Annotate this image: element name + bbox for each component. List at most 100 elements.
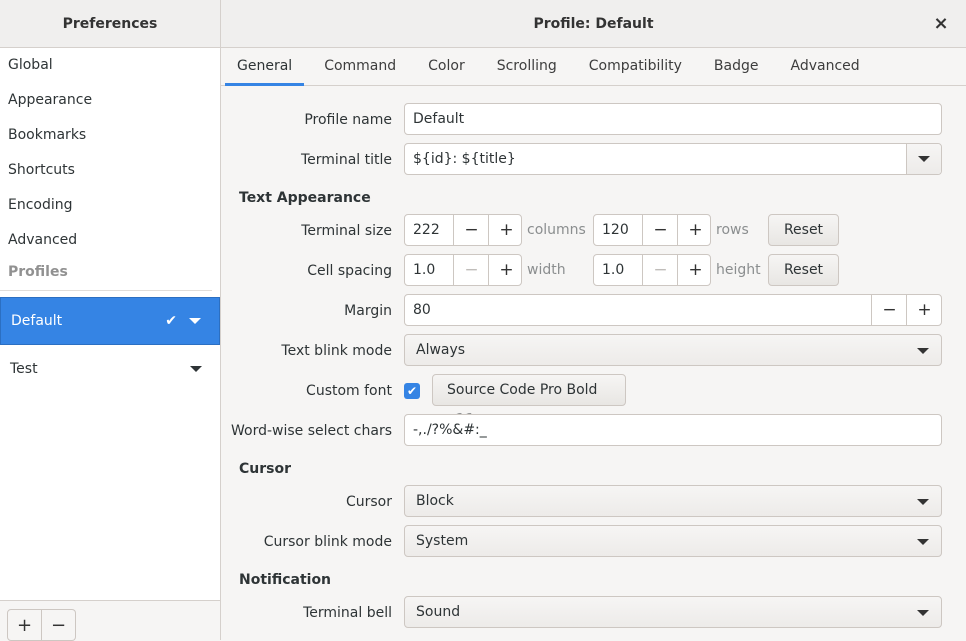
terminal-bell-value: Sound: [416, 604, 461, 620]
terminal-title-label: Terminal title: [301, 152, 392, 168]
text-blink-row: Text blink mode Always: [221, 334, 942, 368]
add-profile-button[interactable]: +: [7, 609, 42, 641]
minus-icon[interactable]: −: [453, 215, 489, 245]
notification-heading: Notification: [239, 572, 332, 588]
minus-icon[interactable]: −: [453, 255, 489, 285]
general-settings: Profile name Default Terminal title ${id…: [221, 86, 966, 640]
margin-value[interactable]: 80: [413, 295, 431, 325]
columns-value[interactable]: 222: [413, 215, 440, 245]
sidebar: Global Appearance Bookmarks Shortcuts En…: [0, 48, 221, 641]
custom-font-checkbox[interactable]: ✔: [404, 383, 420, 399]
cursor-value: Block: [416, 493, 454, 509]
chevron-down-icon: [917, 348, 929, 354]
margin-label: Margin: [344, 303, 392, 319]
profile-item-default[interactable]: Default ✔: [0, 297, 220, 345]
cell-width-spinner[interactable]: 1.0 − +: [404, 254, 522, 286]
remove-profile-button[interactable]: −: [42, 609, 76, 641]
cell-height-spinner[interactable]: 1.0 − +: [593, 254, 711, 286]
terminal-bell-dropdown[interactable]: Sound: [404, 596, 942, 628]
word-wise-row: Word-wise select chars -,./?%&#:_: [221, 414, 942, 448]
tab-scrolling[interactable]: Scrolling: [481, 48, 573, 85]
word-wise-input[interactable]: -,./?%&#:_: [404, 414, 942, 446]
sidebar-item-advanced[interactable]: Advanced: [0, 223, 220, 258]
sidebar-footer: + −: [0, 600, 220, 641]
profile-name-input[interactable]: Default: [404, 103, 942, 135]
text-appearance-heading: Text Appearance: [239, 190, 371, 206]
close-icon[interactable]: ×: [930, 12, 952, 34]
reset-spacing-button[interactable]: Reset: [768, 254, 839, 286]
sidebar-item-appearance[interactable]: Appearance: [0, 83, 220, 118]
window-header: Profile: Default ×: [221, 0, 966, 48]
cursor-dropdown[interactable]: Block: [404, 485, 942, 517]
terminal-size-label: Terminal size: [301, 223, 392, 239]
tab-general[interactable]: General: [221, 48, 308, 86]
plus-icon[interactable]: +: [488, 215, 524, 245]
rows-unit: rows: [716, 222, 749, 238]
cell-spacing-row: Cell spacing 1.0 − + width 1.0 − + heigh…: [221, 254, 942, 288]
terminal-title-row: Terminal title ${id}: ${title}: [221, 143, 942, 177]
profile-name-label: Profile name: [304, 112, 392, 128]
height-unit: height: [716, 262, 761, 278]
plus-icon[interactable]: +: [677, 255, 713, 285]
profiles-heading: Profiles: [0, 258, 212, 291]
tab-color[interactable]: Color: [412, 48, 481, 85]
cursor-row: Cursor Block: [221, 485, 942, 519]
chevron-down-icon: [917, 539, 929, 545]
cell-spacing-label: Cell spacing: [307, 263, 392, 279]
terminal-bell-row: Terminal bell Sound: [221, 596, 942, 630]
rows-spinner[interactable]: 120 − +: [593, 214, 711, 246]
word-wise-label: Word-wise select chars: [231, 423, 392, 439]
minus-icon[interactable]: −: [871, 295, 907, 325]
cursor-label: Cursor: [345, 494, 392, 510]
cursor-blink-dropdown[interactable]: System: [404, 525, 942, 557]
text-blink-value: Always: [416, 342, 466, 358]
sidebar-header: Preferences: [0, 0, 221, 48]
sidebar-item-global[interactable]: Global: [0, 48, 220, 83]
terminal-title-input[interactable]: ${id}: ${title}: [404, 143, 942, 175]
margin-spinner[interactable]: 80 − +: [404, 294, 942, 326]
custom-font-label: Custom font: [306, 383, 392, 399]
sidebar-item-bookmarks[interactable]: Bookmarks: [0, 118, 220, 153]
minus-icon[interactable]: −: [642, 255, 678, 285]
chevron-down-icon[interactable]: [190, 345, 202, 393]
tab-bar: General Command Color Scrolling Compatib…: [221, 48, 966, 86]
text-blink-dropdown[interactable]: Always: [404, 334, 942, 366]
tab-badge[interactable]: Badge: [698, 48, 775, 85]
plus-icon[interactable]: +: [488, 255, 524, 285]
tab-advanced[interactable]: Advanced: [774, 48, 875, 85]
columns-unit: columns: [527, 222, 586, 238]
chevron-down-icon[interactable]: [189, 298, 201, 344]
terminal-size-row: Terminal size 222 − + columns 120 − + ro…: [221, 214, 942, 248]
margin-row: Margin 80 − +: [221, 294, 942, 328]
columns-spinner[interactable]: 222 − +: [404, 214, 522, 246]
cell-width-value[interactable]: 1.0: [413, 255, 435, 285]
chevron-down-icon: [918, 156, 930, 162]
checkmark-icon: ✔: [165, 313, 177, 329]
cursor-heading: Cursor: [239, 461, 292, 477]
terminal-title-dropdown[interactable]: [906, 144, 941, 174]
window-title: Profile: Default: [533, 15, 654, 32]
custom-font-row: Custom font ✔ Source Code Pro Bold 11: [221, 374, 942, 428]
profile-label: Default: [11, 313, 63, 329]
terminal-bell-label: Terminal bell: [303, 605, 392, 621]
font-name: Source Code Pro Bold: [447, 382, 598, 398]
sidebar-item-shortcuts[interactable]: Shortcuts: [0, 153, 220, 188]
chevron-down-icon: [917, 610, 929, 616]
cell-height-value[interactable]: 1.0: [602, 255, 624, 285]
profile-label: Test: [10, 361, 38, 377]
profile-item-test[interactable]: Test: [0, 345, 220, 393]
sidebar-title: Preferences: [62, 15, 158, 32]
minus-icon[interactable]: −: [642, 215, 678, 245]
font-chooser-button[interactable]: Source Code Pro Bold 11: [432, 374, 626, 428]
reset-size-button[interactable]: Reset: [768, 214, 839, 246]
cursor-blink-row: Cursor blink mode System: [221, 525, 942, 559]
tab-command[interactable]: Command: [308, 48, 412, 85]
cursor-blink-value: System: [416, 533, 469, 549]
plus-icon[interactable]: +: [906, 295, 942, 325]
terminal-title-value: ${id}: ${title}: [413, 151, 516, 167]
plus-icon[interactable]: +: [677, 215, 713, 245]
tab-compatibility[interactable]: Compatibility: [573, 48, 698, 85]
rows-value[interactable]: 120: [602, 215, 629, 245]
sidebar-item-encoding[interactable]: Encoding: [0, 188, 220, 223]
text-blink-label: Text blink mode: [281, 343, 392, 359]
